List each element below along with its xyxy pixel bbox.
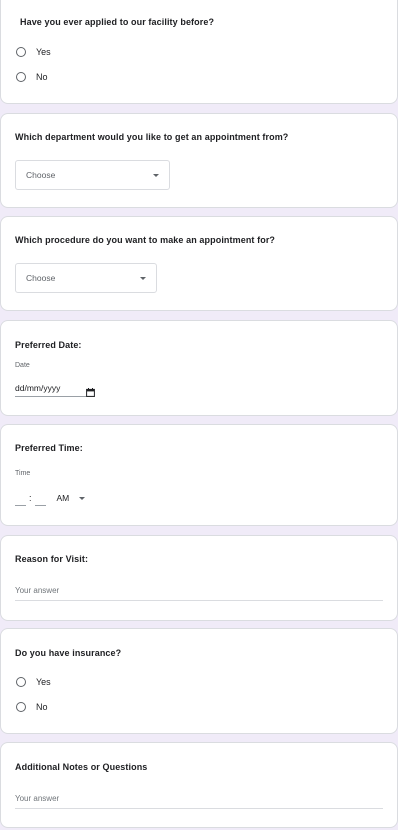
question-title: Which department would you like to get a… xyxy=(15,132,289,142)
date-input[interactable]: dd/mm/yyyy xyxy=(15,380,95,397)
ampm-select[interactable]: AM xyxy=(57,493,70,503)
minute-field[interactable] xyxy=(34,491,46,506)
radio-label: Yes xyxy=(36,47,51,57)
radio-option-no[interactable]: No xyxy=(15,700,48,714)
question-title: Have you ever applied to our facility be… xyxy=(20,17,215,27)
time-label: Time xyxy=(15,470,31,477)
question-card-additional-notes: Additional Notes or Questions Your answe… xyxy=(0,742,398,828)
question-title: Reason for Visit: xyxy=(15,554,89,564)
notes-text-input[interactable]: Your answer xyxy=(15,794,383,809)
radio-label: No xyxy=(36,702,48,712)
date-value: dd/mm/yyyy xyxy=(15,383,61,393)
department-dropdown[interactable]: Choose xyxy=(15,160,170,190)
time-input: : AM xyxy=(15,489,86,507)
radio-label: Yes xyxy=(36,677,51,687)
calendar-icon[interactable] xyxy=(86,384,95,397)
question-title: Preferred Time: xyxy=(15,443,83,453)
date-label: Date xyxy=(15,362,30,369)
radio-button[interactable] xyxy=(16,677,26,687)
radio-button[interactable] xyxy=(16,702,26,712)
question-card-preferred-date: Preferred Date: Date dd/mm/yyyy xyxy=(0,320,398,416)
procedure-dropdown[interactable]: Choose xyxy=(15,263,157,293)
radio-label: No xyxy=(36,72,48,82)
question-title: Additional Notes or Questions xyxy=(15,762,148,772)
question-card-reason-for-visit: Reason for Visit: Your answer xyxy=(0,535,398,621)
dropdown-arrow-icon xyxy=(140,276,146,280)
radio-button[interactable] xyxy=(16,47,26,57)
question-title: Preferred Date: xyxy=(15,340,82,350)
time-separator: : xyxy=(29,493,32,503)
radio-option-yes[interactable]: Yes xyxy=(15,675,51,689)
question-title: Which procedure do you want to make an a… xyxy=(15,235,276,245)
dropdown-arrow-icon[interactable] xyxy=(79,496,86,500)
question-card-preferred-time: Preferred Time: Time : AM xyxy=(0,424,398,526)
dropdown-placeholder: Choose xyxy=(26,170,56,180)
question-card-applied-before: Have you ever applied to our facility be… xyxy=(0,0,398,104)
dropdown-placeholder: Choose xyxy=(26,273,56,283)
reason-text-input[interactable]: Your answer xyxy=(15,586,383,601)
question-card-procedure: Which procedure do you want to make an a… xyxy=(0,216,398,311)
radio-button[interactable] xyxy=(16,72,26,82)
radio-option-yes[interactable]: Yes xyxy=(15,45,51,59)
radio-option-no[interactable]: No xyxy=(15,70,48,84)
question-card-department: Which department would you like to get a… xyxy=(0,113,398,208)
question-title: Do you have insurance? xyxy=(15,648,122,658)
hour-field[interactable] xyxy=(15,491,26,506)
dropdown-arrow-icon xyxy=(153,173,159,177)
question-card-insurance: Do you have insurance? Yes No xyxy=(0,628,398,734)
